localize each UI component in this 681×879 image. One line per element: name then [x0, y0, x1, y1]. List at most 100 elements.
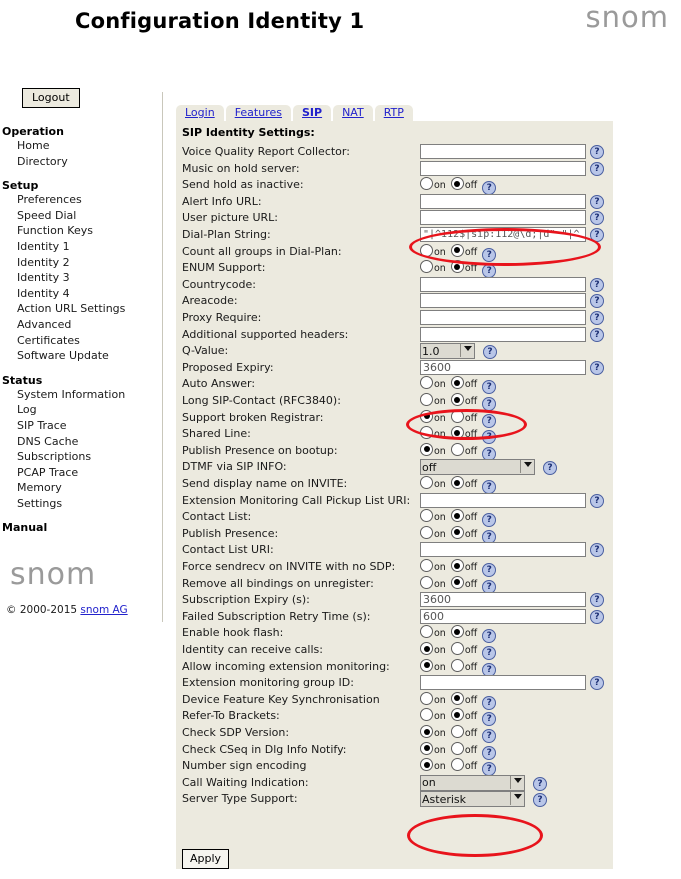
q-value-select[interactable]: 1.0 — [420, 343, 475, 359]
radio-button-on[interactable] — [420, 393, 433, 406]
user-picture-url-input[interactable] — [420, 210, 586, 225]
alert-info-url-input[interactable] — [420, 194, 586, 209]
proxy-require-input[interactable] — [420, 310, 586, 325]
help-icon[interactable]: ? — [483, 345, 497, 359]
sidebar-item-system-information[interactable]: System Information — [0, 387, 162, 403]
sidebar-item-settings[interactable]: Settings — [0, 496, 162, 512]
support-broken-registrar-radio-on[interactable]: on — [420, 410, 446, 424]
apply-button[interactable]: Apply — [182, 849, 229, 869]
help-icon[interactable]: ? — [590, 543, 604, 557]
count-all-groups-in-dial-plan-radio-on[interactable]: on — [420, 244, 446, 258]
radio-button-on[interactable] — [420, 659, 433, 672]
enable-hook-flash-radio-on[interactable]: on — [420, 625, 446, 639]
failed-subscription-retry-time-s-input[interactable] — [420, 609, 586, 624]
check-sdp-version-radio-off[interactable]: off — [451, 725, 477, 739]
voice-quality-report-collector-input[interactable] — [420, 144, 586, 159]
check-cseq-in-dlg-info-notify-radio-on[interactable]: on — [420, 742, 446, 756]
sidebar-item-subscriptions[interactable]: Subscriptions — [0, 449, 162, 465]
radio-button-off[interactable] — [451, 476, 464, 489]
sidebar-item-dns-cache[interactable]: DNS Cache — [0, 434, 162, 450]
radio-button-on[interactable] — [420, 692, 433, 705]
radio-button-on[interactable] — [420, 526, 433, 539]
tab-login[interactable]: Login — [176, 105, 224, 121]
proposed-expiry-input[interactable] — [420, 360, 586, 375]
publish-presence-radio-on[interactable]: on — [420, 526, 446, 540]
enum-support-radio-off[interactable]: off — [451, 260, 477, 274]
allow-incoming-extension-monitoring-radio-off[interactable]: off — [451, 659, 477, 673]
radio-button-on[interactable] — [420, 742, 433, 755]
help-icon[interactable]: ? — [590, 294, 604, 308]
publish-presence-on-bootup-radio-off[interactable]: off — [451, 443, 477, 457]
sidebar-item-function-keys[interactable]: Function Keys — [0, 223, 162, 239]
allow-incoming-extension-monitoring-radio-on[interactable]: on — [420, 659, 446, 673]
remove-all-bindings-on-unregister-radio-off[interactable]: off — [451, 576, 477, 590]
radio-button-off[interactable] — [451, 725, 464, 738]
countrycode-input[interactable] — [420, 277, 586, 292]
radio-button-on[interactable] — [420, 708, 433, 721]
sidebar-item-identity-3[interactable]: Identity 3 — [0, 270, 162, 286]
radio-button-off[interactable] — [451, 244, 464, 257]
radio-button-off[interactable] — [451, 708, 464, 721]
sidebar-item-speed-dial[interactable]: Speed Dial — [0, 208, 162, 224]
radio-button-on[interactable] — [420, 443, 433, 456]
radio-button-on[interactable] — [420, 260, 433, 273]
shared-line-radio-on[interactable]: on — [420, 426, 446, 440]
radio-button-on[interactable] — [420, 559, 433, 572]
long-sip-contact-rfc3840-radio-off[interactable]: off — [451, 393, 477, 407]
help-icon[interactable]: ? — [590, 162, 604, 176]
help-icon[interactable]: ? — [590, 145, 604, 159]
publish-presence-on-bootup-radio-on[interactable]: on — [420, 443, 446, 457]
sidebar-item-pcap-trace[interactable]: PCAP Trace — [0, 465, 162, 481]
auto-answer-radio-on[interactable]: on — [420, 376, 446, 390]
sidebar-item-preferences[interactable]: Preferences — [0, 192, 162, 208]
check-sdp-version-radio-on[interactable]: on — [420, 725, 446, 739]
help-icon[interactable]: ? — [590, 593, 604, 607]
help-icon[interactable]: ? — [590, 328, 604, 342]
music-on-hold-server-input[interactable] — [420, 161, 586, 176]
force-sendrecv-on-invite-with-no-sdp-radio-on[interactable]: on — [420, 559, 446, 573]
dial-plan-string-input[interactable] — [420, 227, 586, 242]
radio-button-off[interactable] — [451, 376, 464, 389]
call-waiting-indication-select[interactable]: on — [420, 775, 525, 791]
radio-button-on[interactable] — [420, 642, 433, 655]
areacode-input[interactable] — [420, 293, 586, 308]
radio-button-off[interactable] — [451, 410, 464, 423]
radio-button-on[interactable] — [420, 576, 433, 589]
contact-list-radio-on[interactable]: on — [420, 509, 446, 523]
sidebar-item-software-update[interactable]: Software Update — [0, 348, 162, 364]
help-icon[interactable]: ? — [590, 211, 604, 225]
refer-to-brackets-radio-off[interactable]: off — [451, 708, 477, 722]
help-icon[interactable]: ? — [590, 195, 604, 209]
enum-support-radio-on[interactable]: on — [420, 260, 446, 274]
radio-button-on[interactable] — [420, 625, 433, 638]
number-sign-encoding-radio-on[interactable]: on — [420, 758, 446, 772]
server-type-support-select[interactable]: Asterisk — [420, 791, 525, 807]
radio-button-off[interactable] — [451, 393, 464, 406]
radio-button-off[interactable] — [451, 260, 464, 273]
radio-button-off[interactable] — [451, 742, 464, 755]
radio-button-on[interactable] — [420, 725, 433, 738]
radio-button-on[interactable] — [420, 410, 433, 423]
refer-to-brackets-radio-on[interactable]: on — [420, 708, 446, 722]
subscription-expiry-s-input[interactable] — [420, 592, 586, 607]
sidebar-item-log[interactable]: Log — [0, 402, 162, 418]
publish-presence-radio-off[interactable]: off — [451, 526, 477, 540]
identity-can-receive-calls-radio-on[interactable]: on — [420, 642, 446, 656]
sidebar-item-identity-4[interactable]: Identity 4 — [0, 286, 162, 302]
sidebar-item-advanced[interactable]: Advanced — [0, 317, 162, 333]
radio-button-off[interactable] — [451, 443, 464, 456]
radio-button-on[interactable] — [420, 426, 433, 439]
send-display-name-on-invite-radio-off[interactable]: off — [451, 476, 477, 490]
help-icon[interactable]: ? — [533, 777, 547, 791]
number-sign-encoding-radio-off[interactable]: off — [451, 758, 477, 772]
tab-features[interactable]: Features — [226, 105, 291, 121]
dtmf-via-sip-info-select[interactable]: off — [420, 459, 535, 475]
send-display-name-on-invite-radio-on[interactable]: on — [420, 476, 446, 490]
help-icon[interactable]: ? — [590, 311, 604, 325]
sidebar-item-identity-2[interactable]: Identity 2 — [0, 255, 162, 271]
help-icon[interactable]: ? — [590, 610, 604, 624]
send-hold-as-inactive-radio-off[interactable]: off — [451, 177, 477, 191]
radio-button-on[interactable] — [420, 509, 433, 522]
help-icon[interactable]: ? — [590, 494, 604, 508]
sidebar-item-memory[interactable]: Memory — [0, 480, 162, 496]
